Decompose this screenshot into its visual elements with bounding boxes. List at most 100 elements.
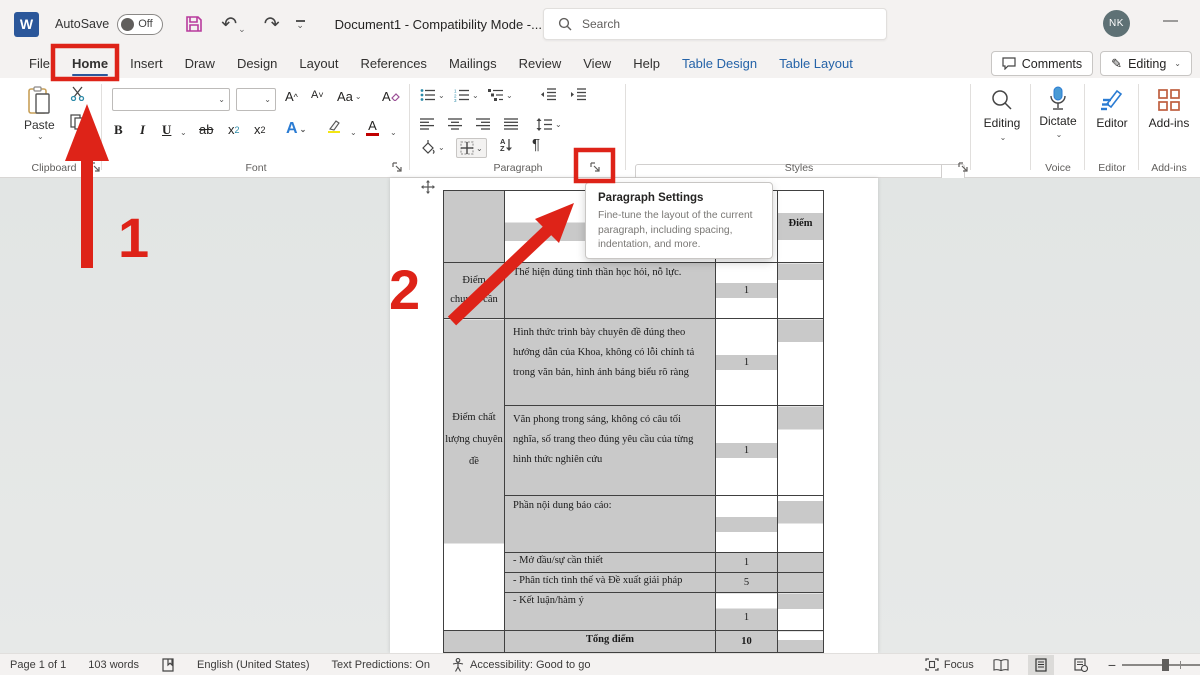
zoom-track[interactable] [1122,664,1200,666]
table-cell[interactable] [778,553,824,573]
table-cell[interactable]: 1 [716,553,778,573]
zoom-slider[interactable]: − [1108,657,1200,673]
editing-group-button[interactable]: Editing ⌄ [976,88,1028,142]
borders-button[interactable]: ⌄ [456,138,487,158]
shading-button[interactable]: ⌄ [420,140,445,155]
table-cell[interactable]: 5 [716,573,778,593]
total-points-cell[interactable]: 10 [716,631,778,653]
zoom-out-icon[interactable]: − [1108,657,1116,673]
table-cell[interactable]: Thể hiện đúng tinh thần học hỏi, nỗ lực. [505,263,716,319]
table-cell[interactable]: 1 [716,319,778,406]
table-move-handle-icon[interactable] [421,180,435,194]
copy-button[interactable] [70,114,85,130]
line-spacing-button[interactable]: ⌄ [536,118,562,131]
paragraph-dialog-launcher-icon[interactable] [590,162,602,174]
grow-font-button[interactable]: A^ [285,89,298,104]
tab-mailings[interactable]: Mailings [438,48,508,78]
bold-button[interactable]: B [114,122,123,138]
tab-layout[interactable]: Layout [288,48,349,78]
web-layout-button[interactable] [1068,655,1094,675]
redo-button[interactable]: ↷ [264,15,280,34]
increase-indent-button[interactable] [570,88,587,101]
underline-button[interactable]: U [162,122,171,138]
chevron-down-icon[interactable]: ⌄ [350,128,357,137]
tab-file[interactable]: File [18,48,61,78]
tab-home[interactable]: Home [61,48,119,78]
total-label-cell[interactable]: Tổng điểm [505,631,716,653]
minimize-button[interactable]: — [1163,12,1178,29]
tab-references[interactable]: References [349,48,437,78]
tab-review[interactable]: Review [508,48,573,78]
table-cell[interactable]: Văn phong trong sáng, không có câu tối n… [505,406,716,496]
table-cell[interactable] [778,573,824,593]
show-hide-marks-button[interactable]: ¶ [532,136,540,153]
italic-button[interactable]: I [140,122,145,138]
zoom-handle[interactable] [1162,659,1169,671]
search-input[interactable]: Search [543,8,887,40]
superscript-button[interactable]: x2 [254,122,266,137]
tab-table-layout[interactable]: Table Layout [768,48,864,78]
editing-mode-button[interactable]: ✎ Editing ⌄ [1100,51,1192,76]
table-cell[interactable]: - Kết luận/hàm ý [505,593,716,631]
highlight-color-button[interactable] [326,120,342,133]
tab-help[interactable]: Help [622,48,671,78]
table-cell[interactable]: Điểm chất lượng chuyên đề [444,319,505,631]
clear-formatting-button[interactable]: A [382,89,400,104]
score-header-cell[interactable]: Điểm [778,191,824,263]
overflow-icon[interactable]: ⌄ [296,20,305,28]
table-cell[interactable]: - Phân tích tình thế và Đề xuất giải phá… [505,573,716,593]
table-cell[interactable]: Phần nội dung báo cáo: [505,496,716,553]
table-cell[interactable] [716,496,778,553]
bullets-button[interactable]: ⌄ [420,88,445,102]
read-mode-button[interactable] [988,655,1014,675]
font-size-combo[interactable]: ⌄ [236,88,276,111]
strikethrough-button[interactable]: ab [199,122,213,137]
word-count[interactable]: 103 words [88,659,139,671]
focus-button[interactable]: Focus [925,658,974,671]
table-cell[interactable]: 1 [716,263,778,319]
autosave-toggle[interactable]: Off [117,14,163,35]
editor-button[interactable]: Editor [1088,88,1136,130]
text-predictions[interactable]: Text Predictions: On [332,659,430,671]
table-cell[interactable] [444,631,505,653]
table-cell[interactable] [444,191,505,263]
align-left-button[interactable] [420,118,435,130]
dialog-launcher-icon[interactable] [958,162,970,174]
tab-design[interactable]: Design [226,48,288,78]
page-indicator[interactable]: Page 1 of 1 [10,659,66,671]
tab-insert[interactable]: Insert [119,48,174,78]
text-effects-button[interactable]: A⌄ [286,120,306,138]
table-cell[interactable] [778,496,824,553]
tab-draw[interactable]: Draw [174,48,226,78]
proofing-book-icon[interactable] [161,658,175,672]
multilevel-list-button[interactable]: ⌄ [488,88,513,102]
tab-table-design[interactable]: Table Design [671,48,768,78]
align-center-button[interactable] [448,118,463,130]
subscript-button[interactable]: x2 [228,122,240,137]
change-case-button[interactable]: Aa⌄ [337,89,362,104]
paste-button[interactable]: Paste ⌄ [24,86,55,141]
table-cell[interactable] [778,631,824,653]
table-cell[interactable]: - Mở đầu/sự cần thiết [505,553,716,573]
chevron-down-icon[interactable]: ⌄ [180,128,187,137]
dialog-launcher-icon[interactable] [90,162,102,174]
chevron-down-icon[interactable]: ⌄ [390,128,397,137]
table-cell[interactable] [778,406,824,496]
font-color-button[interactable]: A [366,120,379,136]
table-cell[interactable]: 1 [716,593,778,631]
print-layout-button[interactable] [1028,655,1054,675]
sort-button[interactable]: AZ [500,138,513,152]
dictate-button[interactable]: Dictate ⌄ [1034,86,1082,139]
avatar[interactable]: NK [1103,10,1130,37]
cut-button[interactable] [70,86,85,101]
shrink-font-button[interactable]: A˅ [311,89,324,101]
dialog-launcher-icon[interactable] [392,162,404,174]
decrease-indent-button[interactable] [540,88,557,101]
language-indicator[interactable]: English (United States) [197,659,310,671]
align-right-button[interactable] [476,118,491,130]
comments-button[interactable]: Comments [991,51,1093,76]
grading-table[interactable]: Điểm Điểm chuyên cần Thể hiện đúng tinh … [443,190,824,653]
accessibility-status[interactable]: Accessibility: Good to go [452,658,590,672]
table-cell[interactable] [778,319,824,406]
table-cell[interactable]: Điểm chuyên cần [444,263,505,319]
